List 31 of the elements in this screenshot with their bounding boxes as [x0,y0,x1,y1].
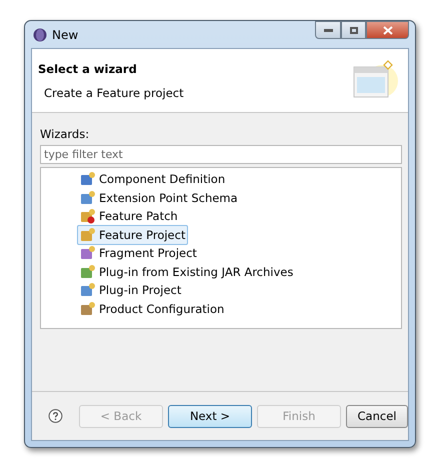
wizard-title: Select a wizard [38,62,138,76]
minimize-icon [324,28,332,32]
wizard-icon [80,282,96,298]
help-icon[interactable] [48,406,63,426]
wizard-item[interactable]: Feature Patch [77,206,181,226]
wizards-label: Wizards: [40,127,90,141]
wizard-item[interactable]: Extension Point Schema [77,188,241,208]
wizard-icon [80,245,96,262]
wizard-item[interactable]: Feature Project [77,224,188,245]
maximize-icon [350,26,358,34]
window-title: New [52,28,78,42]
wizard-item[interactable]: Plug-in from Existing JAR Archives [77,262,296,282]
wizard-icon [80,300,96,317]
dialog-button[interactable]: Cancel [346,404,408,428]
wizard-icon [80,226,96,243]
minimize-button[interactable] [315,21,341,39]
maximize-button[interactable] [341,21,366,39]
wizard-icon [80,190,96,206]
wizard-item[interactable]: Product Configuration [77,298,228,319]
filter-field[interactable]: type filter text [40,145,402,164]
wizard-icon [80,171,96,188]
wizard-item[interactable]: Component Definition [77,169,228,190]
close-icon [382,26,392,34]
wizard-item[interactable]: Plug-in Project [77,280,184,300]
app-icon [33,28,47,42]
wizard-icon [80,208,96,224]
wizard-item[interactable]: Fragment Project [77,243,200,264]
close-button[interactable] [366,21,409,39]
wizard-icon [80,264,96,280]
wizard-description: Create a Feature project [43,86,184,100]
dialog-button[interactable]: Next > [168,404,252,428]
